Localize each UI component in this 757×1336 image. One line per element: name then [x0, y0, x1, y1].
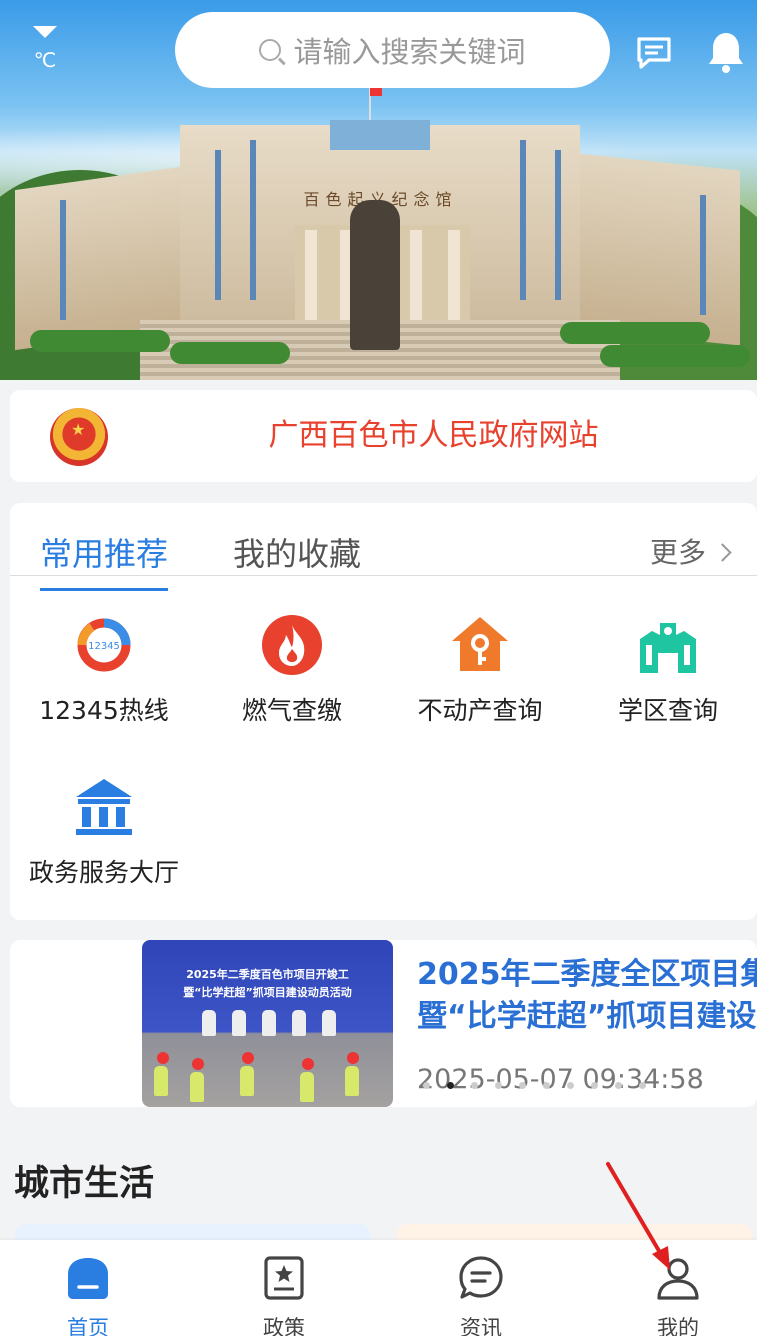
policy-icon: [264, 1256, 304, 1300]
carousel-dot[interactable]: [591, 1082, 598, 1089]
nav-label: 政策: [263, 1316, 305, 1336]
hero-building-roof: [330, 120, 430, 150]
news-image-person: [232, 1010, 246, 1036]
hero-column: [448, 230, 460, 325]
home-icon: [68, 1258, 108, 1299]
service-label: 不动产查询: [417, 696, 543, 725]
news-image-caption: 暨“比学赶超”抓项目建设动员活动: [183, 986, 352, 999]
svg-text:12345: 12345: [88, 641, 120, 652]
hero-column: [305, 230, 317, 325]
dropdown-triangle-icon: [33, 26, 57, 38]
carousel-dot[interactable]: [495, 1082, 502, 1089]
news-image-person: [190, 1072, 204, 1102]
carousel-dot[interactable]: [567, 1082, 574, 1089]
chevron-right-icon: [713, 543, 732, 562]
news-image-helmet: [302, 1058, 314, 1070]
news-image-helmet: [347, 1052, 359, 1064]
hero-stripe: [250, 140, 256, 300]
services-tabs: 常用推荐 我的收藏 更多: [10, 503, 757, 591]
news-image-helmet: [242, 1052, 254, 1064]
hero-stripe: [520, 140, 526, 300]
carousel-dot[interactable]: [519, 1082, 526, 1089]
news-image: 2025年二季度百色市项目开竣工 暨“比学赶超”抓项目建设动员活动: [142, 940, 393, 1107]
carousel-dot[interactable]: [447, 1082, 454, 1089]
service-government-hall[interactable]: 政务服务大厅: [10, 775, 198, 889]
gov-website-card[interactable]: ★ 广西百色市人民政府网站: [10, 390, 757, 482]
carousel-dot[interactable]: [639, 1082, 646, 1089]
hero-shrub: [600, 345, 750, 367]
house-key-icon: [452, 617, 508, 671]
weather-widget[interactable]: ℃: [30, 26, 60, 72]
nav-label: 我的: [657, 1316, 699, 1336]
service-label: 政务服务大厅: [28, 858, 179, 887]
tab-favorites[interactable]: 我的收藏: [233, 529, 361, 575]
hero-stripe: [60, 200, 66, 320]
news-title[interactable]: 2025年二季度全区项目集 暨“比学赶超”抓项目建设: [417, 954, 757, 1038]
service-label: 学区查询: [617, 696, 718, 725]
nav-label: 资讯: [460, 1316, 502, 1336]
government-hall-icon: [76, 779, 132, 835]
nav-news[interactable]: 资讯: [421, 1254, 541, 1336]
news-carousel[interactable]: 2025年二季度百色市项目开竣工 暨“比学赶超”抓项目建设动员活动 2025年二…: [10, 940, 757, 1107]
news-image-helmet: [157, 1052, 169, 1064]
news-image-person: [292, 1010, 306, 1036]
carousel-dot[interactable]: [615, 1082, 622, 1089]
hero-shrub: [560, 322, 710, 344]
hero-shrub: [30, 330, 170, 352]
search-placeholder: 请输入搜索关键词: [293, 35, 526, 69]
nav-home[interactable]: 首页: [28, 1254, 148, 1336]
news-image-person: [345, 1066, 359, 1096]
bell-icon[interactable]: [706, 30, 746, 74]
news-title-line: 2025年二季度全区项目集: [417, 957, 757, 992]
carousel-dot[interactable]: [543, 1082, 550, 1089]
news-image-person: [202, 1010, 216, 1036]
search-icon: [259, 39, 282, 61]
news-image-person: [322, 1010, 336, 1036]
school-icon: [640, 623, 696, 673]
tab-recommended[interactable]: 常用推荐: [40, 529, 169, 591]
nav-label: 首页: [67, 1316, 109, 1336]
news-image-person: [300, 1072, 314, 1102]
hero-shrub: [170, 342, 290, 364]
carousel-dot[interactable]: [471, 1082, 478, 1089]
annotation-arrow-icon: [606, 1162, 670, 1270]
services-card: 常用推荐 我的收藏 更多 12345 12345热线 燃气查缴 不动产查询 学区…: [10, 503, 757, 920]
hotline-12345-icon: 12345: [77, 618, 131, 672]
news-image-helmet: [192, 1058, 204, 1070]
service-label: 燃气查缴: [241, 696, 342, 725]
service-real-estate[interactable]: 不动产查询: [386, 613, 574, 727]
nav-policy[interactable]: 政策: [224, 1254, 344, 1336]
news-image-person: [262, 1010, 276, 1036]
carousel-dots: [423, 1082, 646, 1089]
news-image-person: [240, 1066, 254, 1096]
city-life-title: 城市生活: [14, 1164, 155, 1204]
news-image-caption: 2025年二季度百色市项目开竣工: [186, 968, 349, 981]
more-button[interactable]: 更多: [649, 531, 732, 571]
service-gas-payment[interactable]: 燃气查缴: [198, 613, 386, 727]
news-date: 2025-05-07 09:34:58: [417, 1064, 704, 1095]
more-label: 更多: [649, 536, 706, 569]
flag: [370, 88, 382, 96]
news-title-line: 暨“比学赶超”抓项目建设: [417, 999, 757, 1034]
hero-stripe: [555, 150, 561, 300]
news-image-person: [154, 1066, 168, 1096]
service-label: 12345热线: [39, 696, 169, 725]
hero-stripe: [700, 195, 706, 315]
gas-flame-icon: [262, 615, 322, 675]
service-school-district[interactable]: 学区查询: [574, 613, 757, 727]
carousel-dot[interactable]: [423, 1082, 430, 1089]
temperature-unit: ℃: [33, 48, 57, 72]
hero-stripe: [215, 150, 221, 300]
hero-statue: [350, 200, 400, 350]
gov-website-title: 广西百色市人民政府网站: [268, 418, 599, 453]
news-chat-icon: [459, 1256, 503, 1299]
message-icon[interactable]: [636, 36, 674, 70]
hero-column: [410, 230, 422, 325]
service-hotline-12345[interactable]: 12345 12345热线: [10, 613, 198, 727]
search-bar[interactable]: 请输入搜索关键词: [175, 12, 610, 88]
